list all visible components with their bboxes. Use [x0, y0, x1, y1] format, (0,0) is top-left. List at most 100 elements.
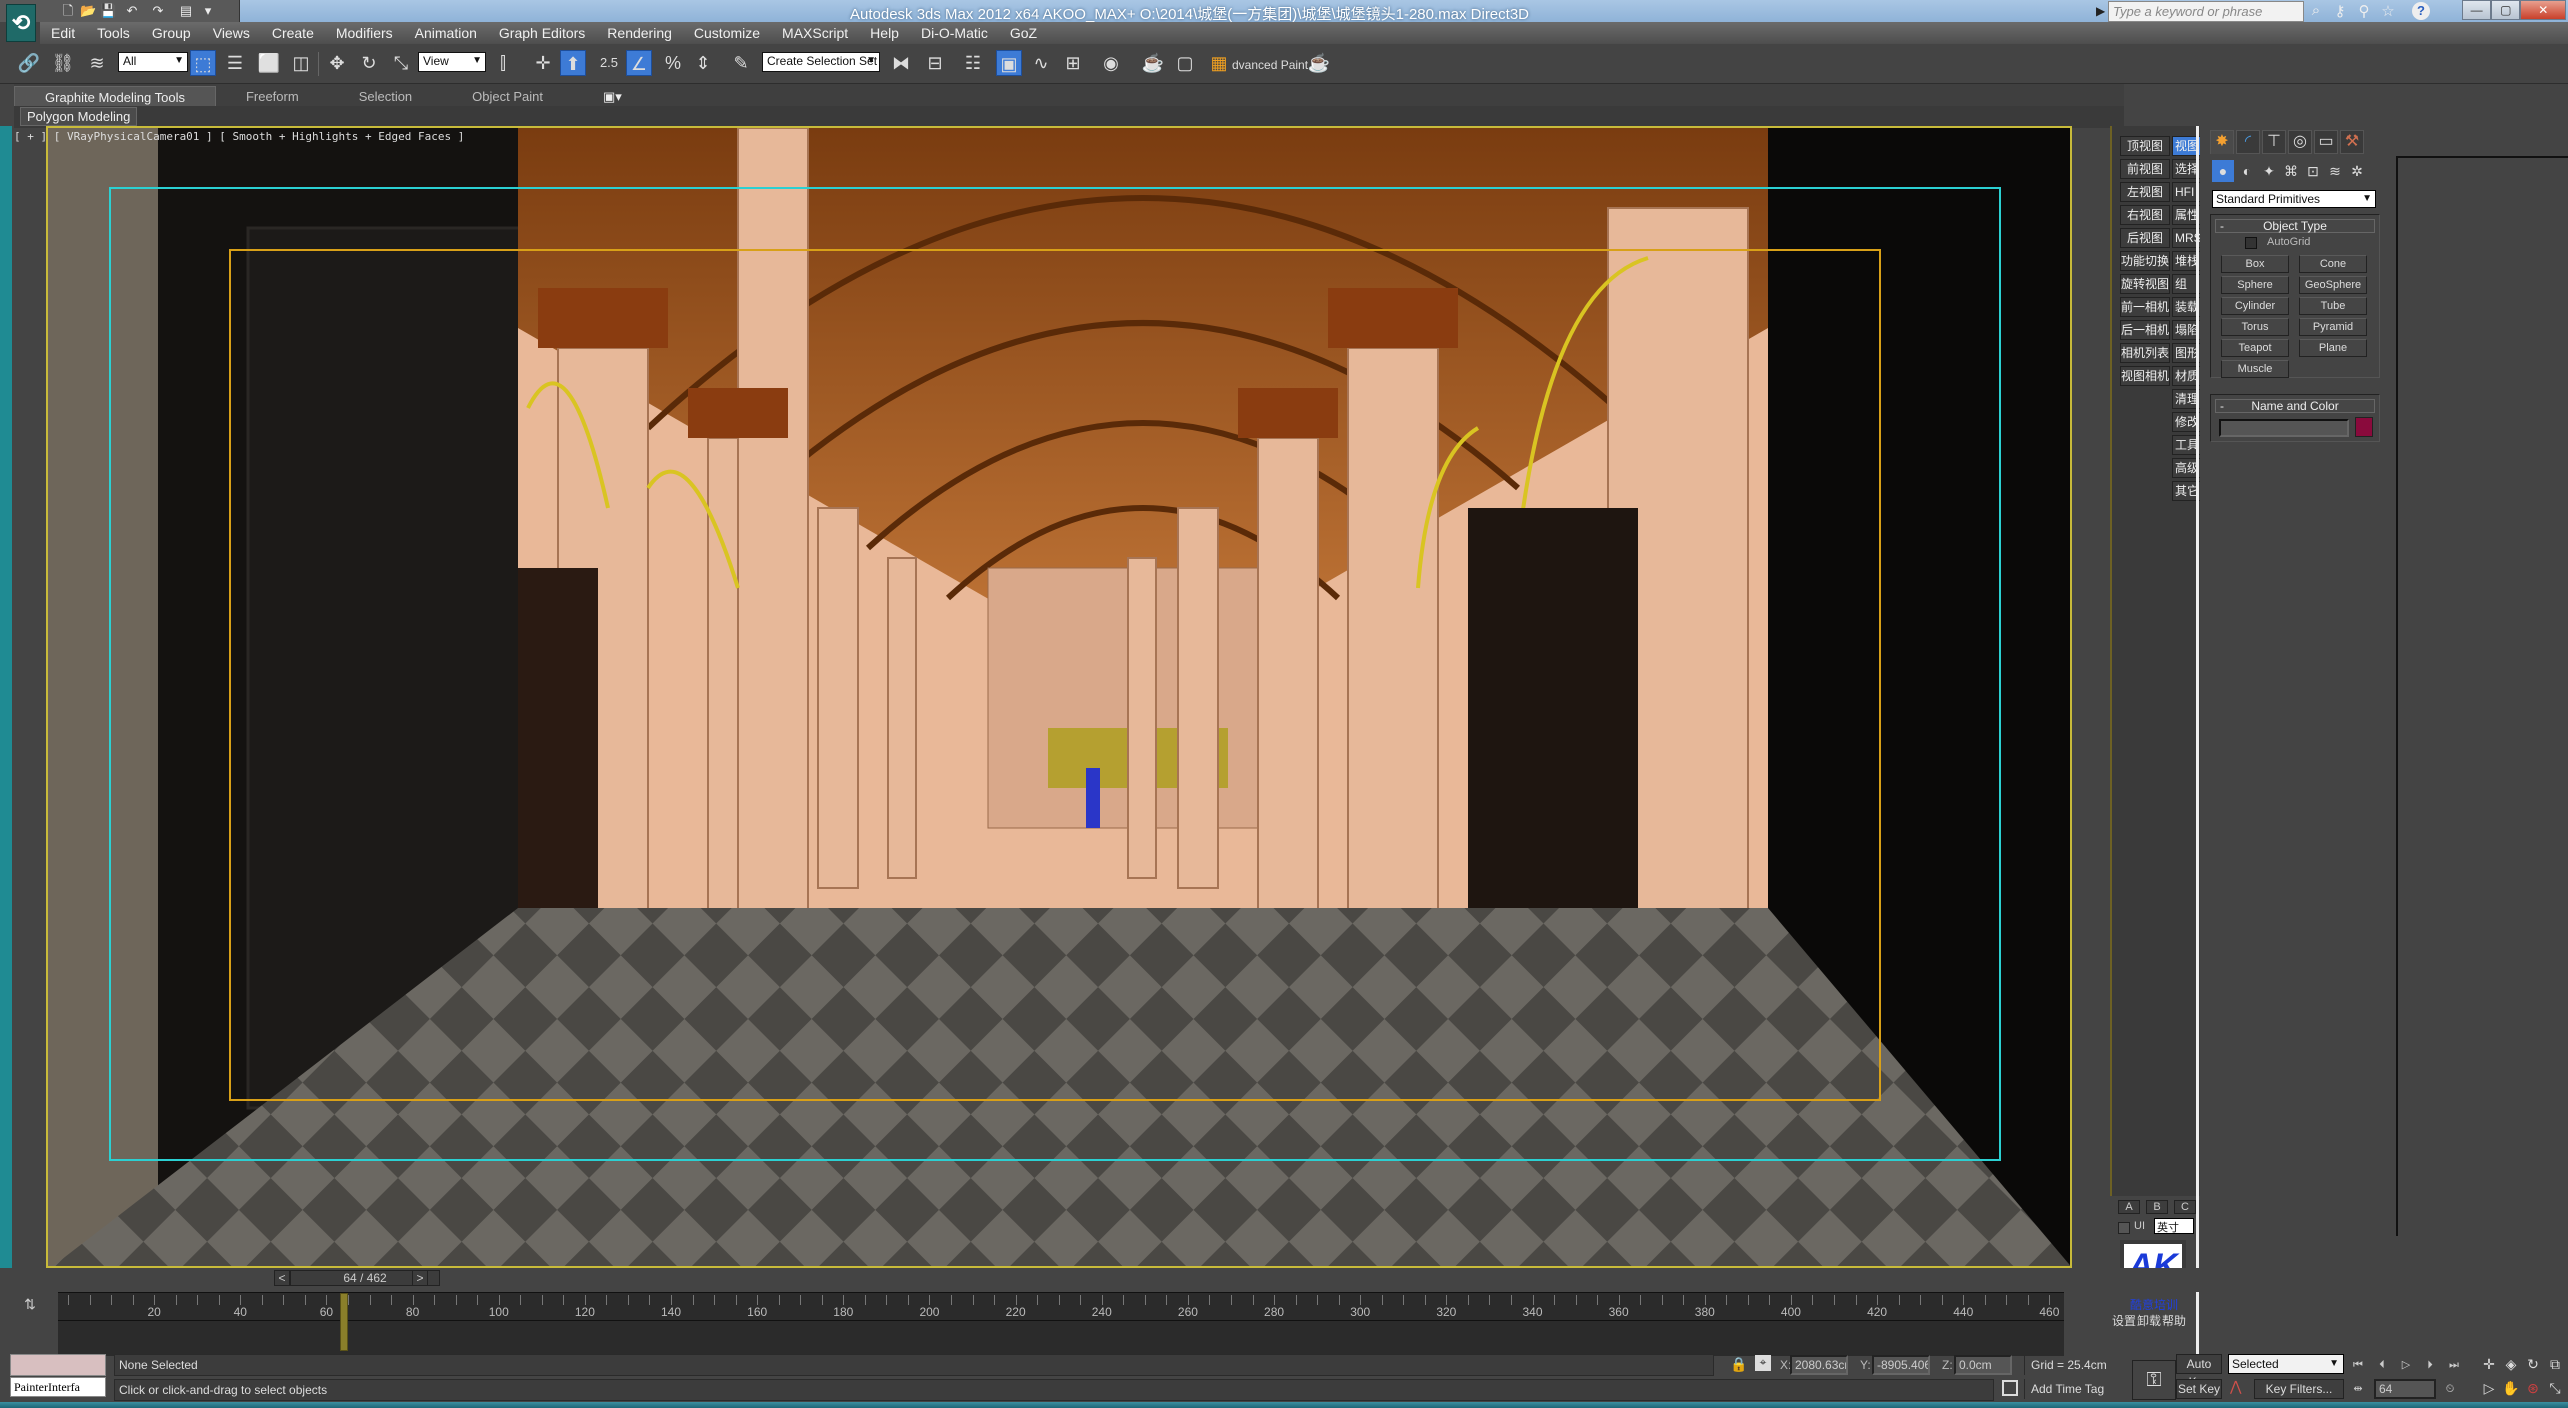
unload-button[interactable]: 卸载	[2137, 1312, 2161, 1329]
selection-filter-dropdown[interactable]: All	[118, 52, 188, 72]
select-and-rotate-icon[interactable]: ↻	[356, 50, 382, 76]
schematic-view-icon[interactable]: ⊞	[1060, 50, 1086, 76]
subscription-icon[interactable]: ⚲	[2354, 2, 2374, 20]
orbit-icon[interactable]: ↻	[2522, 1354, 2544, 1374]
y-coordinate[interactable]: -8905.406cm	[1872, 1355, 1930, 1375]
previous-frame-icon[interactable]: ⏴	[2372, 1356, 2392, 1374]
camera-list-button[interactable]: 相机列表	[2120, 343, 2170, 363]
hierarchy-tab-icon[interactable]: ⊤	[2262, 130, 2286, 154]
top-view-button[interactable]: 顶视图	[2120, 136, 2170, 156]
redo-icon[interactable]: ↷	[150, 3, 166, 19]
go-to-end-icon[interactable]: ⏭	[2444, 1356, 2464, 1374]
time-slider-handle[interactable]	[339, 1293, 348, 1351]
track-bar[interactable]: 20 40 60 80 100 120 140 160 180 200 220 240 260 280 30…	[58, 1292, 2064, 1356]
save-file-icon[interactable]: 💾	[100, 3, 116, 19]
create-tab-icon[interactable]: ✸	[2210, 130, 2234, 154]
box-button[interactable]: Box	[2221, 255, 2289, 273]
time-configuration-icon[interactable]: ⏲	[2440, 1380, 2460, 1398]
window-crossing-icon[interactable]: ◫	[288, 50, 314, 76]
play-icon[interactable]: ▷	[2396, 1356, 2416, 1374]
tab-graphite-modeling-tools[interactable]: Graphite Modeling Tools	[14, 86, 216, 106]
menu-goz[interactable]: GoZ	[999, 25, 1048, 41]
menu-animation[interactable]: Animation	[404, 25, 488, 41]
menu-edit[interactable]: Edit	[40, 25, 86, 41]
next-frame-button[interactable]: >	[412, 1270, 428, 1286]
maximize-viewport-icon[interactable]: ⧉	[2544, 1354, 2566, 1374]
name-and-color-header[interactable]: - Name and Color	[2215, 399, 2375, 413]
zoom-icon[interactable]: ✛	[2478, 1354, 2500, 1374]
reference-coordinate-dropdown[interactable]: View	[418, 52, 486, 72]
tab-b-button[interactable]: B	[2146, 1200, 2168, 1214]
absolute-mode-icon[interactable]: ⌖	[1755, 1355, 1771, 1371]
curve-editor-toggle-icon[interactable]: ⇅	[16, 1296, 44, 1318]
sphere-button[interactable]: Sphere	[2221, 276, 2289, 294]
auto-key-button[interactable]: Auto Key	[2176, 1354, 2222, 1389]
new-file-icon[interactable]: 🗋	[60, 3, 76, 19]
tab-freeform[interactable]: Freeform	[216, 86, 329, 106]
select-manipulate-icon[interactable]: ✛	[530, 50, 556, 76]
menu-modifiers[interactable]: Modifiers	[325, 25, 404, 41]
utilities-tab-icon[interactable]: ⚒	[2340, 130, 2364, 154]
prev-frame-button[interactable]: <	[274, 1270, 290, 1286]
curve-editor-icon[interactable]: ∿	[1028, 50, 1054, 76]
customize-qa-icon[interactable]: ▾	[200, 3, 216, 19]
select-and-link-icon[interactable]: 🔗	[16, 50, 42, 76]
key-icon[interactable]: ⚷	[2330, 2, 2350, 20]
next-camera-button[interactable]: 后一相机	[2120, 320, 2170, 340]
view-camera-button[interactable]: 视图相机	[2120, 366, 2170, 386]
material-editor-icon[interactable]: ◉	[1098, 50, 1124, 76]
minimize-button[interactable]: —	[2462, 0, 2492, 20]
orbit-camera-icon[interactable]: ⊛	[2522, 1378, 2544, 1398]
shapes-icon[interactable]: ◐	[2236, 160, 2258, 182]
key-mode-toggle-icon[interactable]: ⇹	[2348, 1380, 2368, 1398]
percent-snap-icon[interactable]: %	[660, 50, 686, 76]
systems-icon[interactable]: ✲	[2346, 160, 2368, 182]
helpers-icon[interactable]: ⊡	[2302, 160, 2324, 182]
object-name-input[interactable]	[2219, 419, 2349, 437]
menu-di-o-matic[interactable]: Di-O-Matic	[910, 25, 999, 41]
select-and-scale-icon[interactable]: ⤡	[388, 50, 414, 76]
menu-create[interactable]: Create	[261, 25, 325, 41]
favorites-star-icon[interactable]: ☆	[2378, 2, 2398, 20]
cameras-icon[interactable]: ⌘	[2280, 160, 2302, 182]
prev-camera-button[interactable]: 前一相机	[2120, 297, 2170, 317]
panel-splitter[interactable]	[2196, 126, 2199, 1366]
painter-interface-label[interactable]: PainterInterfa	[10, 1377, 106, 1397]
teapot-button[interactable]: Teapot	[2221, 339, 2289, 357]
tab-a-button[interactable]: A	[2118, 1200, 2140, 1214]
pivot-center-icon[interactable]: ⫿	[490, 50, 516, 76]
time-tag-icon[interactable]	[2002, 1380, 2018, 1396]
unlink-selection-icon[interactable]: ⛓	[50, 50, 76, 76]
graphite-toggle-icon[interactable]: ▣	[996, 50, 1022, 76]
select-by-name-icon[interactable]: ☰	[222, 50, 248, 76]
pyramid-button[interactable]: Pyramid	[2299, 318, 2367, 336]
render-setup-icon[interactable]: ☕	[1140, 50, 1166, 76]
help-button[interactable]: 帮助	[2162, 1312, 2186, 1329]
rotate-view-button[interactable]: 旋转视图	[2120, 274, 2170, 294]
cylinder-button[interactable]: Cylinder	[2221, 297, 2289, 315]
ui-checkbox[interactable]	[2118, 1222, 2130, 1234]
lights-icon[interactable]: ✦	[2258, 160, 2280, 182]
bind-to-space-warp-icon[interactable]: ≋	[84, 50, 110, 76]
pan-view-icon[interactable]: ✋	[2500, 1378, 2522, 1398]
undo-icon[interactable]: ↶	[124, 3, 140, 19]
align-icon[interactable]: ⊟	[922, 50, 948, 76]
close-button[interactable]: ✕	[2520, 0, 2566, 20]
cone-button[interactable]: Cone	[2299, 255, 2367, 273]
tab-selection[interactable]: Selection	[329, 86, 442, 106]
toggle-function-button[interactable]: 功能切换	[2120, 251, 2170, 271]
set-key-icon[interactable]: ⚿	[2132, 1360, 2176, 1400]
geosphere-button[interactable]: GeoSphere	[2299, 276, 2367, 294]
select-object-icon[interactable]: ⬚	[190, 50, 216, 76]
field-of-view-icon[interactable]: ▷	[2478, 1378, 2500, 1398]
display-tab-icon[interactable]: ▭	[2314, 130, 2338, 154]
menu-rendering[interactable]: Rendering	[596, 25, 683, 41]
camera-viewport[interactable]	[46, 126, 2072, 1268]
keyboard-shortcut-override-icon[interactable]: ⬆	[560, 50, 586, 76]
edit-named-selection-icon[interactable]: ✎	[728, 50, 754, 76]
set-key-button[interactable]: Set Key	[2176, 1379, 2222, 1399]
ribbon-options-icon[interactable]: ▣▾	[573, 86, 652, 106]
named-selection-dropdown[interactable]: Create Selection Set	[762, 52, 880, 72]
advanced-paint-icon[interactable]: ▦	[1206, 50, 1232, 76]
current-frame-input[interactable]: 64	[2374, 1379, 2436, 1399]
